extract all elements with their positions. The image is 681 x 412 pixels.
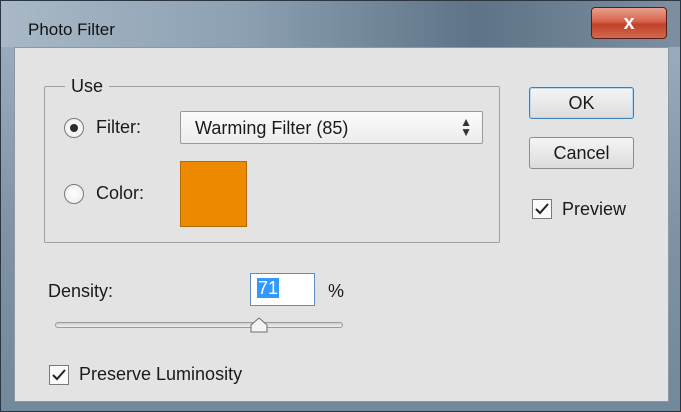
preview-checkbox[interactable] [532, 199, 552, 219]
cancel-button[interactable]: Cancel [529, 137, 634, 169]
close-button[interactable]: x [591, 7, 667, 39]
density-slider-track[interactable] [55, 322, 343, 328]
preserve-luminosity-checkbox[interactable] [49, 365, 69, 385]
use-group-label: Use [65, 76, 110, 97]
dialog-body: Use Filter: Warming Filter (85) ▲ ▼ Color… [14, 47, 669, 402]
density-value: 71 [257, 278, 280, 298]
preview-label[interactable]: Preview [562, 199, 626, 220]
density-slider-thumb[interactable] [250, 317, 268, 333]
checkmark-icon [52, 369, 66, 381]
filter-label[interactable]: Filter: [96, 117, 141, 138]
up-down-arrows-icon: ▲ ▼ [460, 115, 472, 139]
close-icon: x [623, 12, 635, 34]
ok-button[interactable]: OK [529, 87, 634, 119]
use-group-box [44, 86, 500, 243]
filter-select[interactable]: Warming Filter (85) ▲ ▼ [180, 111, 483, 144]
preserve-luminosity-label[interactable]: Preserve Luminosity [79, 364, 242, 385]
color-label[interactable]: Color: [96, 183, 144, 204]
dialog-title: Photo Filter [28, 20, 115, 39]
filter-radio[interactable] [64, 118, 84, 138]
color-swatch[interactable] [180, 161, 247, 227]
title-bar[interactable]: Photo Filter x [1, 1, 680, 47]
density-unit: % [328, 281, 345, 301]
radio-selected-dot [70, 124, 78, 132]
density-input[interactable]: 71 [250, 273, 315, 306]
checkmark-icon [535, 203, 549, 215]
filter-select-value: Warming Filter (85) [195, 118, 349, 138]
photo-filter-dialog: Photo Filter x Use Filter: Warming Filte… [0, 0, 681, 412]
color-radio[interactable] [64, 184, 84, 204]
density-label: Density: [48, 281, 114, 301]
